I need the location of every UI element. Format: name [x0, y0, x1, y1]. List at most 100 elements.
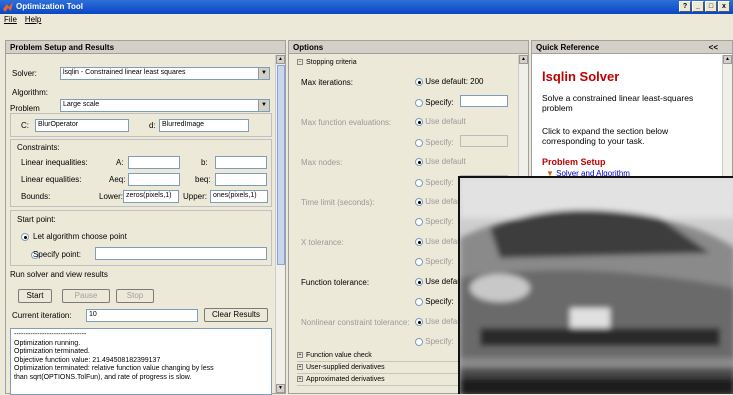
- max-fev-default[interactable]: Use default: [415, 117, 466, 126]
- start-point-title: Start point:: [17, 215, 56, 224]
- x-tol-label: X tolerance:: [301, 238, 344, 247]
- radio-icon: [415, 217, 423, 226]
- beq-input[interactable]: [215, 173, 267, 186]
- beq-label: beq:: [195, 175, 211, 184]
- results-output: ------------------------------- Optimiza…: [10, 328, 272, 395]
- menu-bar: File Help: [0, 14, 733, 26]
- lower-label: Lower:: [99, 192, 124, 201]
- lin-eq-label: Linear equalities:: [21, 175, 82, 184]
- let-algo-label: Let algorithm choose point: [33, 232, 127, 241]
- fun-tol-label: Function tolerance:: [301, 278, 370, 287]
- quick-ref-header: Quick Reference <<: [532, 41, 732, 54]
- max-nodes-default[interactable]: Use default: [415, 157, 466, 166]
- radio-label: Specify:: [425, 337, 454, 346]
- scroll-thumb[interactable]: [277, 65, 285, 265]
- radio-icon: [415, 277, 423, 286]
- fun-tol-specify[interactable]: Specify:: [415, 297, 454, 306]
- algorithm-select[interactable]: Large scale ▼: [60, 99, 270, 112]
- radio-icon: [415, 297, 423, 306]
- solver-label: Solver:: [12, 69, 37, 78]
- constraints-group: Constraints: Linear inequalities: A: b: …: [10, 139, 272, 207]
- left-scrollbar[interactable]: ▲ ▼: [275, 55, 285, 393]
- specify-point-label: Specify point:: [33, 250, 82, 259]
- scroll-up-icon[interactable]: ▲: [519, 55, 528, 64]
- scroll-up-icon[interactable]: ▲: [276, 55, 285, 64]
- max-iter-specify[interactable]: Specify:: [415, 98, 454, 107]
- solver-select[interactable]: lsqlin - Constrained linear least square…: [60, 67, 270, 80]
- aeq-input[interactable]: [128, 173, 180, 186]
- start-point-group: Start point: Let algorithm choose point …: [10, 210, 272, 266]
- start-button[interactable]: Start: [18, 289, 52, 303]
- chevron-down-icon: ▼: [258, 100, 269, 111]
- clear-results-button[interactable]: Clear Results: [204, 308, 268, 322]
- max-nodes-label: Max nodes:: [301, 158, 343, 167]
- aeq-label: Aeq:: [109, 175, 126, 184]
- b-input[interactable]: [215, 156, 267, 169]
- maximize-button[interactable]: □: [705, 1, 717, 12]
- max-iter-label: Max iterations:: [301, 78, 354, 87]
- c-label: C:: [21, 121, 29, 130]
- fun-tol-default[interactable]: Use defau: [415, 277, 462, 286]
- time-limit-label: Time limit (seconds):: [301, 198, 375, 207]
- output-line: Optimization terminated.: [14, 348, 90, 356]
- section-label: Function value check: [306, 352, 372, 359]
- radio-label: Use defau: [425, 237, 462, 246]
- radio-label: Use defau: [425, 317, 462, 326]
- max-fev-specify[interactable]: Specify:: [415, 138, 454, 147]
- title-bar: Optimization Tool ? _ □ x: [0, 0, 733, 14]
- close-button[interactable]: x: [718, 1, 730, 12]
- menu-help[interactable]: Help: [21, 14, 45, 25]
- x-tol-default[interactable]: Use defau: [415, 237, 462, 246]
- nonlin-tol-label: Nonlinear constraint tolerance:: [301, 318, 410, 327]
- output-line: Optimization running.: [14, 339, 81, 347]
- c-input[interactable]: BlurOperator: [35, 119, 129, 132]
- stopping-criteria-toggle[interactable]: − Stopping criteria: [297, 59, 527, 69]
- radio-icon: [415, 257, 423, 266]
- scroll-down-icon[interactable]: ▼: [276, 384, 285, 393]
- lower-input[interactable]: zeros(pixels,1): [123, 190, 179, 203]
- expand-icon: +: [297, 376, 303, 383]
- let-algo-radio[interactable]: [21, 232, 29, 241]
- max-iter-input[interactable]: [460, 95, 508, 107]
- solver-value: lsqlin - Constrained linear least square…: [63, 69, 186, 76]
- expand-icon: +: [297, 352, 303, 359]
- scroll-up-icon[interactable]: ▲: [723, 55, 732, 64]
- radio-icon: [415, 337, 423, 346]
- time-limit-default[interactable]: Use defau: [415, 197, 462, 206]
- radio-icon: [415, 157, 423, 166]
- panel-header: Problem Setup and Results: [6, 41, 285, 54]
- radio-label: Specify:: [425, 217, 454, 226]
- d-label: d:: [149, 121, 156, 130]
- constraints-title: Constraints:: [17, 143, 60, 152]
- stop-button[interactable]: Stop: [116, 289, 154, 303]
- a-input[interactable]: [128, 156, 180, 169]
- time-limit-specify[interactable]: Specify:: [415, 217, 454, 226]
- b-label: b:: [201, 158, 208, 167]
- max-fev-input[interactable]: [460, 135, 508, 147]
- nonlin-tol-specify[interactable]: Specify:: [415, 337, 454, 346]
- radio-icon: [415, 178, 423, 187]
- radio-label: Specify:: [425, 257, 454, 266]
- menu-file[interactable]: File: [0, 14, 21, 25]
- algorithm-label: Algorithm:: [12, 88, 49, 97]
- collapse-button[interactable]: <<: [709, 43, 718, 52]
- a-label: A:: [116, 158, 124, 167]
- minimize-button[interactable]: _: [692, 1, 704, 12]
- max-iter-default[interactable]: Use default: 200: [415, 77, 484, 86]
- radio-icon: [415, 138, 423, 147]
- problem-setup-panel: Problem Setup and Results Solver: lsqlin…: [5, 40, 286, 395]
- car-photo: [460, 178, 733, 394]
- window-title: Optimization Tool: [16, 2, 83, 11]
- d-input[interactable]: BlurredImage: [159, 119, 249, 132]
- specify-point-input[interactable]: [95, 247, 267, 260]
- x-tol-specify[interactable]: Specify:: [415, 257, 454, 266]
- radio-label: Use defau: [425, 277, 462, 286]
- upper-input[interactable]: ones(pixels,1): [210, 190, 268, 203]
- radio-icon: [415, 77, 423, 86]
- radio-label: Specify:: [425, 178, 454, 187]
- pause-button[interactable]: Pause: [62, 289, 110, 303]
- help-window-button[interactable]: ?: [679, 1, 691, 12]
- problem-setup-heading: Problem Setup: [542, 157, 606, 167]
- max-nodes-specify[interactable]: Specify:: [415, 178, 454, 187]
- nonlin-tol-default[interactable]: Use defau: [415, 317, 462, 326]
